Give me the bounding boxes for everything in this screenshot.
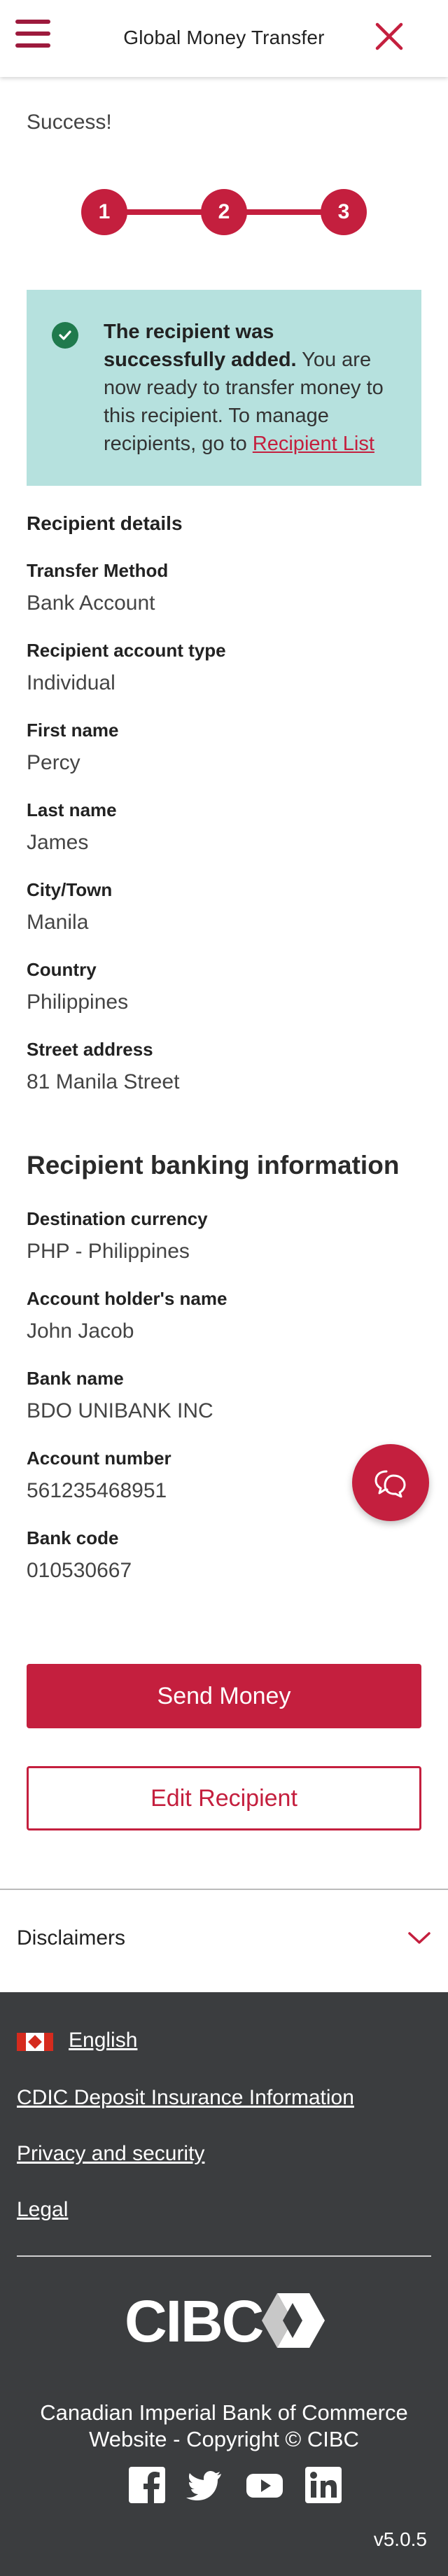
notice-text: The recipient was successfully added. Yo… [104, 318, 393, 458]
last-name-label: Last name [27, 799, 117, 820]
step-1: 1 [81, 189, 127, 235]
privacy-link[interactable]: Privacy and security [17, 2142, 204, 2166]
destination-currency-value: PHP - Philippines [27, 1240, 190, 1263]
bank-code-value: 010530667 [27, 1559, 132, 1582]
edit-recipient-button[interactable]: Edit Recipient [27, 1766, 421, 1830]
check-circle-icon [52, 322, 78, 349]
account-type-value: Individual [27, 671, 115, 694]
city-label: City/Town [27, 879, 113, 900]
disclaimers-accordion[interactable]: Disclaimers [0, 1890, 448, 1992]
transfer-method-value: Bank Account [27, 592, 155, 615]
account-number-label: Account number [27, 1448, 172, 1469]
account-number-value: 561235468951 [27, 1479, 167, 1502]
site-footer: English CDIC Deposit Insurance Informati… [0, 1992, 448, 2576]
chat-bubbles-icon [374, 1470, 406, 1498]
city-value: Manila [27, 911, 89, 934]
facebook-icon[interactable] [127, 2465, 167, 2505]
bank-name-value: BDO UNIBANK INC [27, 1399, 214, 1422]
street-address-label: Street address [27, 1039, 153, 1060]
copyright-line-2: Website - Copyright © CIBC [89, 2427, 359, 2451]
language-link[interactable]: English [69, 2029, 137, 2052]
youtube-icon[interactable] [245, 2465, 284, 2505]
step-2: 2 [201, 189, 247, 235]
step-3: 3 [321, 189, 367, 235]
first-name-value: Percy [27, 751, 80, 774]
app-header: Global Money Transfer [0, 0, 448, 77]
social-links [127, 2465, 346, 2507]
country-label: Country [27, 959, 97, 980]
account-type-label: Recipient account type [27, 640, 226, 661]
disclaimers-label: Disclaimers [17, 1926, 126, 1949]
last-name-value: James [27, 831, 89, 854]
legal-link[interactable]: Legal [17, 2198, 68, 2222]
first-name-label: First name [27, 720, 119, 741]
canada-flag-icon [17, 2033, 53, 2051]
bank-name-label: Bank name [27, 1368, 124, 1389]
close-icon[interactable] [375, 22, 403, 50]
success-notice: The recipient was successfully added. Yo… [27, 290, 421, 486]
account-holder-label: Account holder's name [27, 1288, 227, 1309]
cdic-link[interactable]: CDIC Deposit Insurance Information [17, 2086, 354, 2110]
chat-button[interactable] [352, 1444, 429, 1521]
version-text: v5.0.5 [373, 2528, 427, 2550]
chevron-down-icon[interactable] [407, 1929, 431, 1946]
linkedin-icon[interactable] [304, 2465, 343, 2505]
notice-bold-text: The recipient was successfully added. [104, 321, 297, 371]
recipient-list-link[interactable]: Recipient List [253, 433, 374, 455]
progress-stepper: 1 2 3 [81, 189, 367, 235]
cibc-chevron-icon [262, 2293, 325, 2348]
logo-text: CIBC [125, 2288, 264, 2354]
twitter-icon[interactable] [185, 2465, 224, 2505]
country-value: Philippines [27, 990, 129, 1014]
footer-divider [17, 2255, 431, 2257]
success-message: Success! [27, 111, 112, 134]
street-address-value: 81 Manila Street [27, 1070, 180, 1093]
transfer-method-label: Transfer Method [27, 560, 169, 581]
destination-currency-label: Destination currency [27, 1208, 208, 1229]
account-holder-value: John Jacob [27, 1320, 134, 1343]
banking-info-heading: Recipient banking information [27, 1151, 400, 1180]
bank-code-label: Bank code [27, 1527, 119, 1548]
recipient-details-heading: Recipient details [27, 512, 183, 534]
send-money-button[interactable]: Send Money [27, 1664, 421, 1728]
cibc-logo: CIBC [125, 2288, 328, 2354]
copyright-line-1: Canadian Imperial Bank of Commerce [40, 2400, 408, 2425]
